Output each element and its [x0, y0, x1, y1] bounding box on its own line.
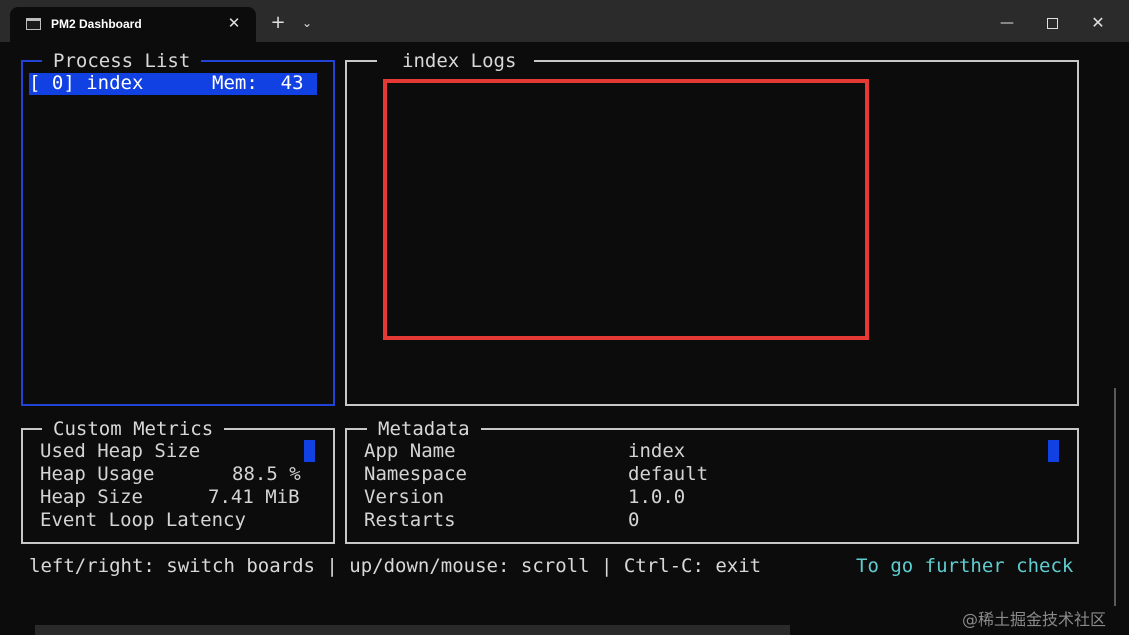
background-window-strip: [35, 625, 790, 635]
metric-label: Heap Size: [40, 486, 143, 508]
maximize-icon: [1046, 18, 1058, 29]
further-info-link[interactable]: To go further check: [856, 555, 1073, 578]
watermark: @稀土掘金技术社区: [962, 610, 1107, 629]
metadata-value: 0: [628, 509, 640, 531]
metadata-panel[interactable]: Metadata App Name Namespace Version Rest…: [345, 417, 1079, 544]
process-row-text: [ 0] index Mem: 43: [29, 72, 304, 94]
metric-label: Used Heap Size: [40, 440, 201, 462]
process-list-title: Process List: [42, 49, 202, 73]
chevron-down-icon[interactable]: ⌄: [296, 12, 318, 34]
metadata-key: Namespace: [364, 463, 467, 485]
process-row[interactable]: [ 0] index Mem: 43: [29, 72, 317, 95]
metadata-value: default: [628, 463, 709, 485]
terminal-scrollbar[interactable]: [1114, 388, 1116, 606]
metadata-value: index: [628, 440, 686, 462]
metadata-scrollbar-thumb[interactable]: [1048, 440, 1059, 462]
annotation-rectangle: [383, 79, 869, 340]
metric-value: 7.41 MiB: [208, 486, 300, 508]
metadata-key: Restarts: [364, 509, 456, 531]
logs-title: index Logs: [377, 49, 535, 73]
maximize-button[interactable]: [1040, 12, 1064, 34]
tab-title: PM2 Dashboard: [51, 17, 142, 31]
tab-pm2-dashboard[interactable]: PM2 Dashboard ✕: [10, 7, 256, 42]
close-window-button[interactable]: ✕: [1086, 12, 1110, 34]
keyboard-help-text: left/right: switch boards | up/down/mous…: [29, 555, 762, 577]
process-list-panel[interactable]: Process List [ 0] index Mem: 43: [21, 49, 335, 406]
metadata-key: App Name: [364, 440, 456, 462]
custom-metrics-panel[interactable]: Custom Metrics Used Heap Size Heap Usage…: [21, 417, 335, 544]
terminal-icon: [26, 18, 41, 30]
metric-label: Heap Usage: [40, 463, 155, 485]
custom-metrics-title: Custom Metrics: [42, 417, 225, 441]
window-title-bar: PM2 Dashboard ✕ + ⌄ — ✕: [0, 0, 1129, 42]
metadata-title: Metadata: [367, 417, 481, 441]
metric-label: Event Loop Latency: [40, 509, 246, 531]
metrics-scrollbar-thumb[interactable]: [304, 440, 315, 462]
metadata-key: Version: [364, 486, 445, 508]
tab-close-icon[interactable]: ✕: [224, 13, 244, 33]
metadata-value: 1.0.0: [628, 486, 686, 508]
metric-value: 88.5 %: [232, 463, 301, 485]
new-tab-button[interactable]: +: [267, 12, 289, 34]
minimize-button[interactable]: —: [993, 12, 1021, 34]
